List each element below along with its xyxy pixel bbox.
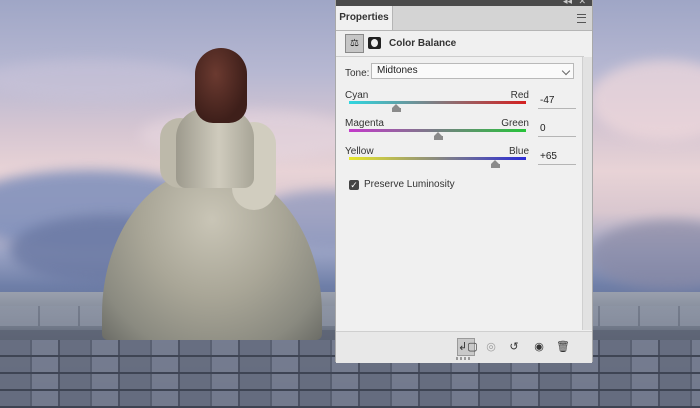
chevron-down-icon: [561, 66, 571, 76]
cyan-red-value-field[interactable]: -47: [538, 94, 576, 109]
cloud: [590, 220, 700, 290]
color-balance-icon[interactable]: ⚖: [345, 34, 364, 53]
layer-mask-icon[interactable]: [368, 37, 381, 49]
adjustment-title: Color Balance: [389, 38, 457, 49]
cyan-red-thumb[interactable]: [391, 104, 401, 112]
vertical-scrollbar[interactable]: [582, 57, 592, 330]
clip-to-layer-icon[interactable]: ↲▢: [457, 338, 478, 356]
yellow-blue-thumb[interactable]: [491, 160, 501, 168]
red-label: Red: [510, 90, 529, 101]
tone-dropdown[interactable]: Midtones: [371, 63, 574, 79]
magenta-green-value-field[interactable]: 0: [538, 122, 576, 137]
tone-label: Tone:: [345, 68, 370, 79]
magenta-green-slider-group: Magenta Green 0: [345, 118, 583, 148]
green-label: Green: [501, 118, 529, 129]
yellow-blue-slider-group: Yellow Blue +65: [345, 146, 583, 176]
delete-trash-icon[interactable]: 🗑: [554, 338, 572, 356]
preserve-luminosity-label: Preserve Luminosity: [364, 179, 455, 190]
magenta-label: Magenta: [345, 118, 384, 129]
cyan-label: Cyan: [345, 90, 369, 101]
reset-icon[interactable]: ↺: [505, 338, 523, 356]
cyan-red-slider-group: Cyan Red -47: [345, 90, 583, 120]
tab-properties[interactable]: Properties: [336, 6, 393, 30]
view-previous-state-icon[interactable]: ◎: [482, 338, 500, 356]
yellow-blue-value-field[interactable]: +65: [538, 150, 576, 165]
divider: [336, 56, 584, 57]
panel-menu-icon[interactable]: [577, 14, 586, 23]
yellow-label: Yellow: [345, 146, 374, 157]
woman-hair: [195, 48, 247, 123]
preserve-luminosity-checkbox[interactable]: ✓: [349, 180, 359, 190]
tone-selected-value: Midtones: [377, 65, 418, 76]
cloud: [0, 60, 200, 100]
blue-label: Blue: [508, 146, 529, 157]
cyan-red-track[interactable]: [349, 101, 526, 104]
magenta-green-thumb[interactable]: [433, 132, 443, 140]
cloud: [590, 60, 700, 140]
resize-grip[interactable]: [456, 357, 472, 360]
adjustment-header: ⚖ Color Balance: [336, 31, 584, 57]
properties-panel: ◂◂ ✕ Properties ⚖ Color Balance Tone: Mi…: [335, 0, 593, 363]
visibility-eye-icon[interactable]: ◉: [530, 338, 548, 356]
panel-tab-strip: Properties: [336, 6, 592, 31]
